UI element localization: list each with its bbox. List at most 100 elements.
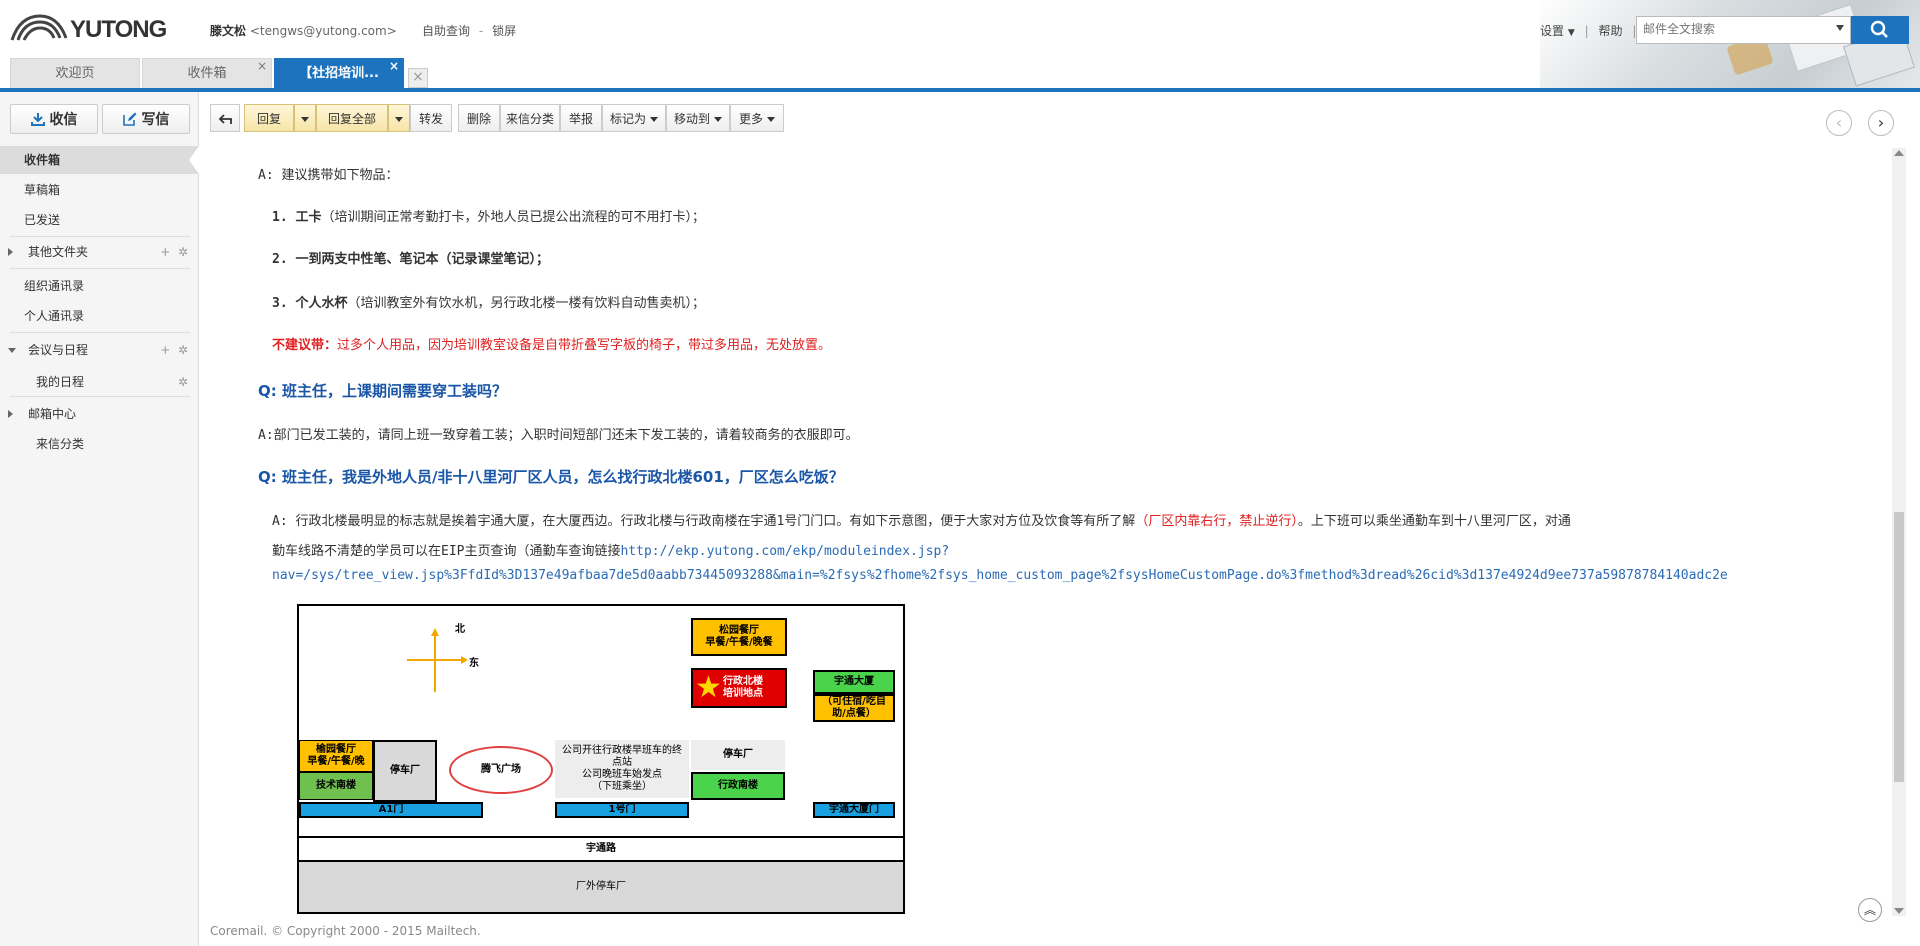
delete-label: 删除 [466,112,491,126]
campus-map-image: 北 东 松园餐厅 早餐/午餐/晚餐 ★ 行政北楼 培训地点 宇通大厦 （可住宿/… [297,604,905,914]
add-folder-icon[interactable]: + [160,245,170,259]
reply-all-button[interactable]: 回复全部 [316,104,388,132]
yutong-logo-icon [10,14,68,41]
copyright-footer: Coremail. © Copyright 2000 - 2015 Mailte… [210,924,481,938]
caret-down-icon [395,117,403,122]
outside-parking: 厂外停车厂 [299,862,903,912]
reply-button[interactable]: 回复 [244,104,294,132]
lock-screen-link[interactable]: 锁屏 [492,24,516,38]
sidebar-item-label: 收件箱 [24,153,61,167]
close-all-tabs-icon[interactable]: × [408,68,428,88]
move-to-button[interactable]: 移动到 [666,104,730,132]
sidebar-item-personal-contacts[interactable]: 个人通讯录 [0,302,198,330]
settings-link[interactable]: 设置 [1540,24,1564,38]
compose-label: 写信 [141,112,170,128]
scroll-thumb[interactable] [1894,512,1904,782]
mark-as-label: 标记为 [609,112,646,126]
sender-class-label: 来信分类 [505,112,554,126]
gear-icon[interactable]: ✲ [178,375,188,389]
user-email: <tengws@yutong.com> [249,24,397,38]
content-scrollbar[interactable] [1892,148,1906,916]
tab-welcome[interactable]: 欢迎页 [10,58,140,88]
sidebar-item-sender-class[interactable]: 来信分类 [0,430,198,458]
yuyuan-canteen: 榆园餐厅 早餐/午餐/晚 [299,740,373,772]
search-dropdown-icon[interactable] [1836,25,1844,31]
sidebar-item-org-contacts[interactable]: 组织通讯录 [0,272,198,300]
gate-1: 1号门 [555,802,689,818]
close-icon[interactable]: × [257,51,267,81]
more-label: 更多 [738,112,763,126]
sidebar-item-label: 个人通讯录 [24,309,85,323]
sidebar-divider [10,268,190,269]
search-input[interactable] [1637,17,1829,41]
not-recommended: 不建议带：过多个人用品，因为培训教室设备是自带折叠写字板的椅子，带过多用品，无处… [272,334,831,353]
sidebar-item-label: 其他文件夹 [28,245,89,259]
reply-all-dropdown[interactable] [388,104,410,132]
expand-arrow-icon[interactable] [8,248,13,256]
next-mail-icon[interactable]: › [1868,110,1894,136]
sidebar-item-sent[interactable]: 已发送 [0,206,198,234]
back-button[interactable] [210,104,240,132]
sidebar-item-other-folders[interactable]: 其他文件夹 + ✲ [0,238,198,266]
compass-icon [407,628,468,692]
yutong-tower: 宇通大厦 [813,670,895,694]
tower-note: （可住宿/吃自 助/点餐） [813,694,895,722]
parking-lot-2: 停车厂 [691,740,785,770]
delete-button[interactable]: 删除 [458,104,500,132]
sidebar-item-my-schedule[interactable]: 我的日程 ✲ [0,368,198,396]
item-3: 3. 个人水杯（培训教室外有饮水机，另行政北楼一楼有饮料自动售卖机）； [272,292,705,311]
receive-button[interactable]: 收信 [10,104,98,134]
add-icon[interactable]: + [160,343,170,357]
answer-3-text-cont: 。上下班可以乘坐通勤车到十八里河厂区，对通 [1297,514,1571,529]
not-recommended-text: 过多个人用品，因为培训教室设备是自带折叠写字板的椅子，带过多用品，无处放置。 [337,338,832,353]
scroll-down-icon[interactable] [1894,908,1904,914]
caret-down-icon [714,117,722,122]
east-label: 东 [469,658,479,669]
gate-yutong-tower: 宇通大厦门 [813,802,895,818]
eip-link-cont[interactable]: nav=/sys/tree_view.jsp%3FfdId%3D137e49af… [272,568,1728,583]
sidebar-item-label: 已发送 [24,213,61,227]
search-button[interactable] [1851,16,1909,44]
item-3-title: 3. 个人水杯 [272,296,348,311]
close-icon[interactable]: × [389,51,399,81]
mark-as-button[interactable]: 标记为 [602,104,666,132]
more-button[interactable]: 更多 [730,104,784,132]
compose-button[interactable]: 写信 [102,104,190,134]
shuttle-stop: 公司开往行政楼早班车的终 点站 公司晚班车始发点 （下班乘坐） [555,740,689,798]
forward-button[interactable]: 转发 [410,104,452,132]
gear-icon[interactable]: ✲ [178,245,188,259]
sidebar-item-meetings[interactable]: 会议与日程 + ✲ [0,336,198,364]
sender-class-button[interactable]: 来信分类 [500,104,560,132]
gear-icon[interactable]: ✲ [178,343,188,357]
reply-dropdown[interactable] [294,104,316,132]
sidebar-item-mail-center[interactable]: 邮箱中心 [0,400,198,428]
item-2: 2. 一到两支中性笔、笔记本（记录课堂笔记）； [272,252,549,267]
help-link[interactable]: 帮助 [1598,24,1622,38]
item-1-note: （培训期间正常考勤打卡，外地人员已提公出流程的可不用打卡）； [321,210,705,225]
forward-label: 转发 [418,112,443,126]
eip-link[interactable]: http://ekp.yutong.com/ekp/moduleindex.js… [620,544,949,559]
back-to-top-icon[interactable]: ︽ [1858,898,1882,922]
report-button[interactable]: 举报 [560,104,602,132]
caret-down-icon [767,117,775,122]
answer-3-line1: A: 行政北楼最明显的标志就是挨着宇通大厦，在大厦西边。行政北楼与行政南楼在宇通… [272,510,1571,529]
item-1: 1. 工卡（培训期间正常考勤打卡，外地人员已提公出流程的可不用打卡）； [272,206,705,225]
tab-training-mail[interactable]: 【社招培训... × [274,58,404,88]
expand-arrow-icon[interactable] [8,410,13,418]
top-right-links: 设置 ▼ | 帮助 | [1540,24,1637,38]
prev-mail-icon[interactable]: ‹ [1826,110,1852,136]
self-service-link[interactable]: 自助查询 [422,24,470,38]
sidebar-item-inbox[interactable]: 收件箱 [0,146,199,174]
search-icon [1870,20,1888,38]
collapse-arrow-icon[interactable] [8,348,16,353]
tab-inbox[interactable]: 收件箱 × [142,58,272,88]
sidebar-divider [10,396,190,397]
answer-3-text: A: 行政北楼最明显的标志就是挨着宇通大厦，在大厦西边。行政北楼与行政南楼在宇通… [272,514,1136,529]
download-icon [30,113,45,126]
tengfei-plaza: 腾飞广场 [449,746,553,794]
question-2: Q: 班主任，上课期间需要穿工装吗？ [258,382,507,400]
sidebar-item-drafts[interactable]: 草稿箱 [0,176,198,204]
user-name: 滕文松 [210,24,247,38]
tech-south-building: 技术南楼 [299,772,373,800]
scroll-up-icon[interactable] [1894,150,1904,156]
